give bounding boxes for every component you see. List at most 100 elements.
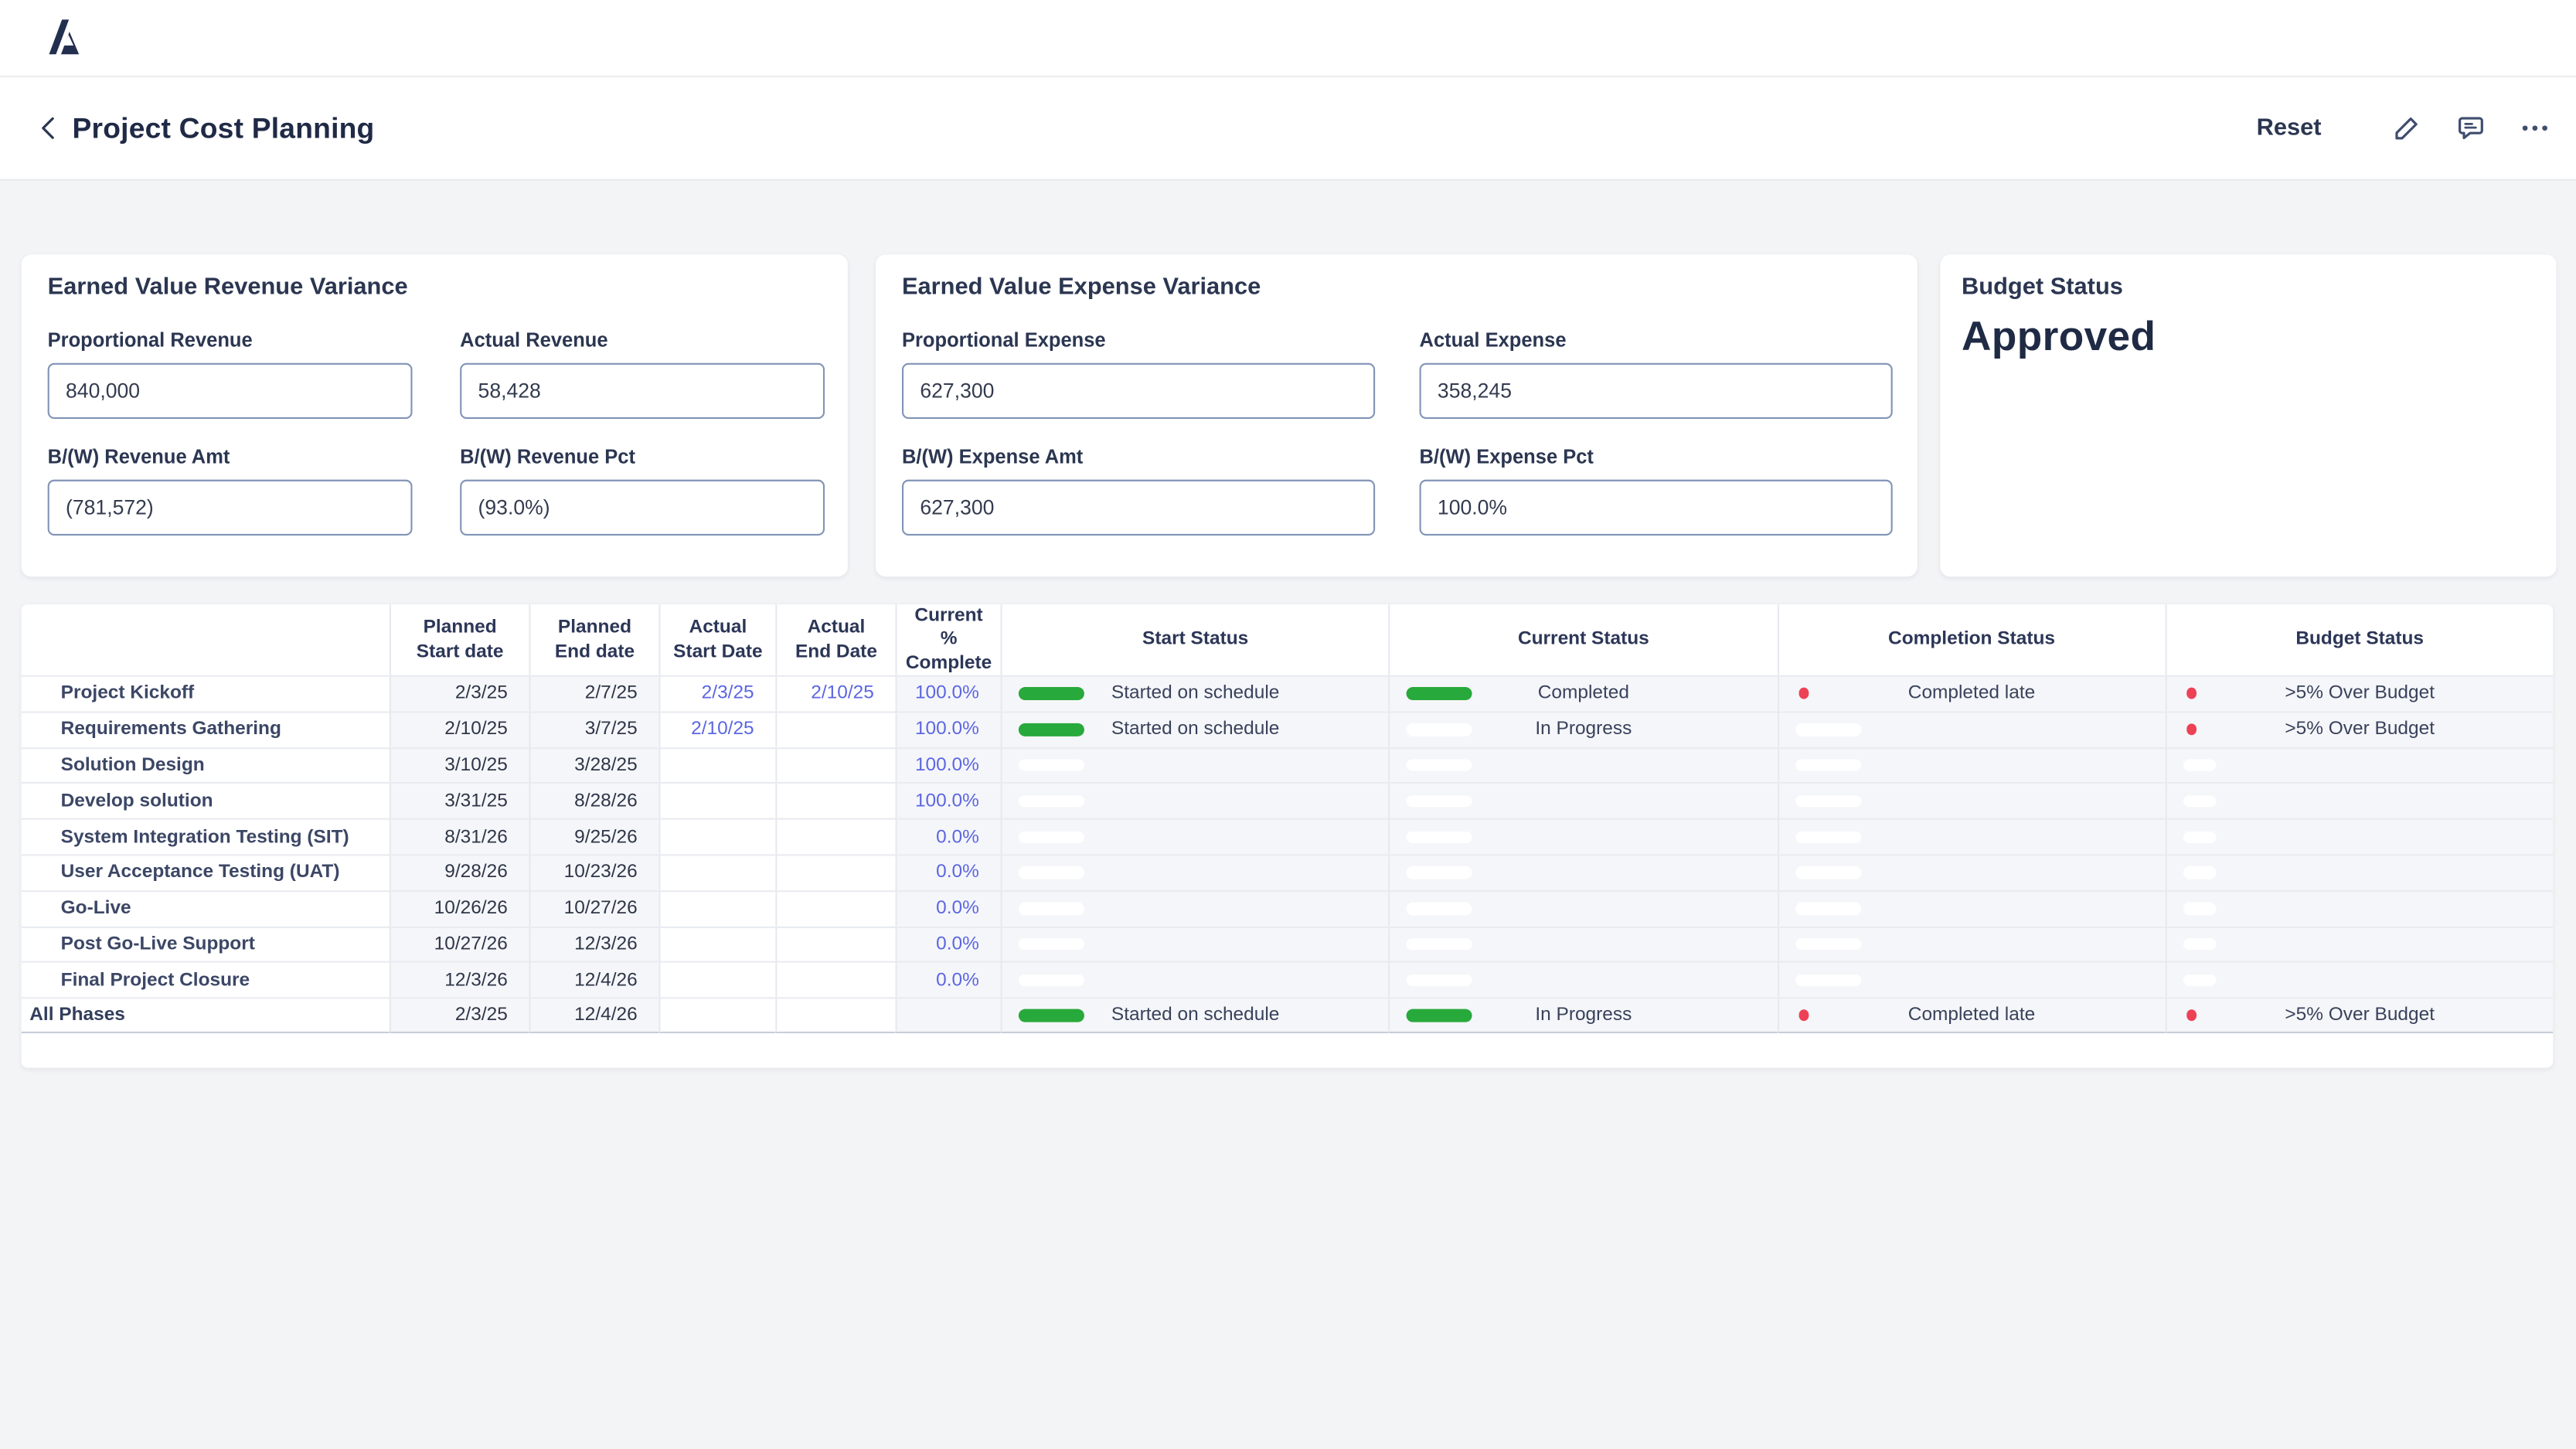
proportional-expense-field: Proportional Expense: [902, 328, 1375, 419]
actual-end-cell[interactable]: [775, 818, 895, 854]
table-row: Post Go-Live Support10/27/2612/3/26 0.0%: [22, 926, 2554, 961]
planned-start-cell: 10/27/26: [390, 926, 529, 961]
proportional-revenue-input[interactable]: [48, 363, 413, 419]
card-title: Earned Value Expense Variance: [902, 274, 1261, 301]
budget-status-cell: [2165, 747, 2553, 782]
actual-start-cell[interactable]: 2/3/25: [658, 675, 775, 711]
pct-complete-cell[interactable]: 0.0%: [895, 890, 1000, 926]
col-header-start-status: Start Status: [1001, 604, 1389, 675]
phase-name-cell: Requirements Gathering: [22, 711, 390, 747]
bw-revenue-pct-input[interactable]: [460, 480, 825, 536]
status-indicator-red-dot: [2186, 688, 2197, 699]
actual-expense-field: Actual Expense: [1420, 328, 1893, 419]
pct-complete-cell[interactable]: 100.0%: [895, 783, 1000, 818]
status-indicator-white-pill: [1407, 760, 1472, 772]
phase-name-cell: Post Go-Live Support: [22, 926, 390, 961]
status-indicator-white-pill-small: [2183, 975, 2216, 987]
actual-end-cell[interactable]: [775, 961, 895, 997]
field-label: B/(W) Expense Amt: [902, 445, 1375, 468]
anaplan-logo-icon[interactable]: [44, 16, 82, 57]
field-label: Proportional Revenue: [48, 328, 413, 352]
expense-variance-card: Earned Value Expense Variance Proportion…: [876, 254, 1918, 577]
comment-icon[interactable]: [2456, 114, 2486, 143]
col-header-budget-status: Budget Status: [2165, 604, 2553, 675]
budget-status-cell: [2165, 926, 2553, 961]
planned-start-cell: 2/10/25: [390, 711, 529, 747]
current-status-cell: [1389, 747, 1777, 782]
actual-start-cell[interactable]: [658, 783, 775, 818]
actual-start-cell[interactable]: [658, 854, 775, 889]
actual-end-cell[interactable]: [775, 711, 895, 747]
budget-status-card: Budget Status Approved: [1940, 254, 2556, 577]
current-status-cell: [1389, 961, 1777, 997]
page-header: Project Cost Planning Reset: [0, 77, 2576, 181]
status-indicator-white-pill-small: [2183, 938, 2216, 951]
bw-expense-amt-field: B/(W) Expense Amt: [902, 445, 1375, 536]
phase-name-cell: Solution Design: [22, 747, 390, 782]
completion-status-cell: [1777, 783, 2165, 818]
current-status-cell: Completed: [1389, 675, 1777, 711]
edit-icon[interactable]: [2392, 114, 2421, 143]
pct-complete-cell[interactable]: 0.0%: [895, 854, 1000, 889]
card-title: Budget Status: [1962, 274, 2123, 301]
table-row: Go-Live10/26/2610/27/260.0%: [22, 890, 2554, 926]
actual-start-cell[interactable]: [658, 926, 775, 961]
actual-start-cell[interactable]: [658, 818, 775, 854]
planned-end-cell: 2/7/25: [529, 675, 658, 711]
phase-name-cell: Go-Live: [22, 890, 390, 926]
status-indicator-white-pill-small: [2183, 795, 2216, 808]
field-label: B/(W) Expense Pct: [1420, 445, 1893, 468]
field-label: B/(W) Revenue Amt: [48, 445, 413, 468]
bw-revenue-amt-input[interactable]: [48, 480, 413, 536]
actual-start-cell[interactable]: [658, 747, 775, 782]
start-status-cell: [1001, 926, 1389, 961]
actual-start-cell[interactable]: [658, 890, 775, 926]
actual-end-cell[interactable]: 2/10/25: [775, 675, 895, 711]
actual-end-cell[interactable]: [775, 926, 895, 961]
pct-complete-cell[interactable]: 100.0%: [895, 711, 1000, 747]
pct-complete-cell[interactable]: 100.0%: [895, 675, 1000, 711]
planned-end-cell: 12/3/26: [529, 926, 658, 961]
bw-expense-pct-input[interactable]: [1420, 480, 1893, 536]
pct-complete-cell[interactable]: 0.0%: [895, 926, 1000, 961]
status-indicator-white-pill: [1019, 831, 1084, 843]
budget-status-cell: [2165, 961, 2553, 997]
phase-name-cell: User Acceptance Testing (UAT): [22, 854, 390, 889]
pct-complete-cell[interactable]: 0.0%: [895, 818, 1000, 854]
status-label: Completed late: [1908, 684, 2035, 704]
planned-start-cell: 8/31/26: [390, 818, 529, 854]
header-actions: Reset: [2257, 77, 2550, 179]
actual-end-cell[interactable]: [775, 783, 895, 818]
pct-complete-cell[interactable]: 100.0%: [895, 747, 1000, 782]
actual-expense-input[interactable]: [1420, 363, 1893, 419]
actual-end-cell[interactable]: [775, 747, 895, 782]
bw-expense-amt-input[interactable]: [902, 480, 1375, 536]
table-row: Final Project Closure12/3/2612/4/260.0%: [22, 961, 2554, 997]
back-icon[interactable]: [33, 112, 66, 145]
status-label: Started on schedule: [1111, 1005, 1279, 1026]
bw-revenue-amt-field: B/(W) Revenue Amt: [48, 445, 413, 536]
start-status-cell: Started on schedule: [1001, 675, 1389, 711]
reset-button[interactable]: Reset: [2257, 115, 2322, 141]
planned-start-cell: 3/10/25: [390, 747, 529, 782]
field-label: Proportional Expense: [902, 328, 1375, 352]
more-icon[interactable]: [2520, 114, 2550, 143]
planned-start-cell: 2/3/25: [390, 998, 529, 1033]
status-indicator-white-pill: [1019, 760, 1084, 772]
actual-start-cell[interactable]: 2/10/25: [658, 711, 775, 747]
actual-end-cell[interactable]: [775, 890, 895, 926]
start-status-cell: [1001, 747, 1389, 782]
proportional-expense-input[interactable]: [902, 363, 1375, 419]
pct-complete-cell[interactable]: 0.0%: [895, 961, 1000, 997]
col-header-planned-end: Planned End date: [529, 604, 658, 675]
budget-status-value: Approved: [1962, 314, 2156, 362]
actual-end-cell[interactable]: [775, 854, 895, 889]
phases-table: Planned Start date Planned End date Actu…: [22, 604, 2554, 1067]
status-label: Completed: [1538, 684, 1629, 704]
dashboard: Project Cost Planning Reset Earned Value…: [0, 0, 2576, 1449]
actual-revenue-input[interactable]: [460, 363, 825, 419]
phase-name-cell: Project Kickoff: [22, 675, 390, 711]
actual-start-cell[interactable]: [658, 961, 775, 997]
bw-revenue-pct-field: B/(W) Revenue Pct: [460, 445, 825, 536]
status-indicator-green-pill: [1407, 688, 1472, 700]
